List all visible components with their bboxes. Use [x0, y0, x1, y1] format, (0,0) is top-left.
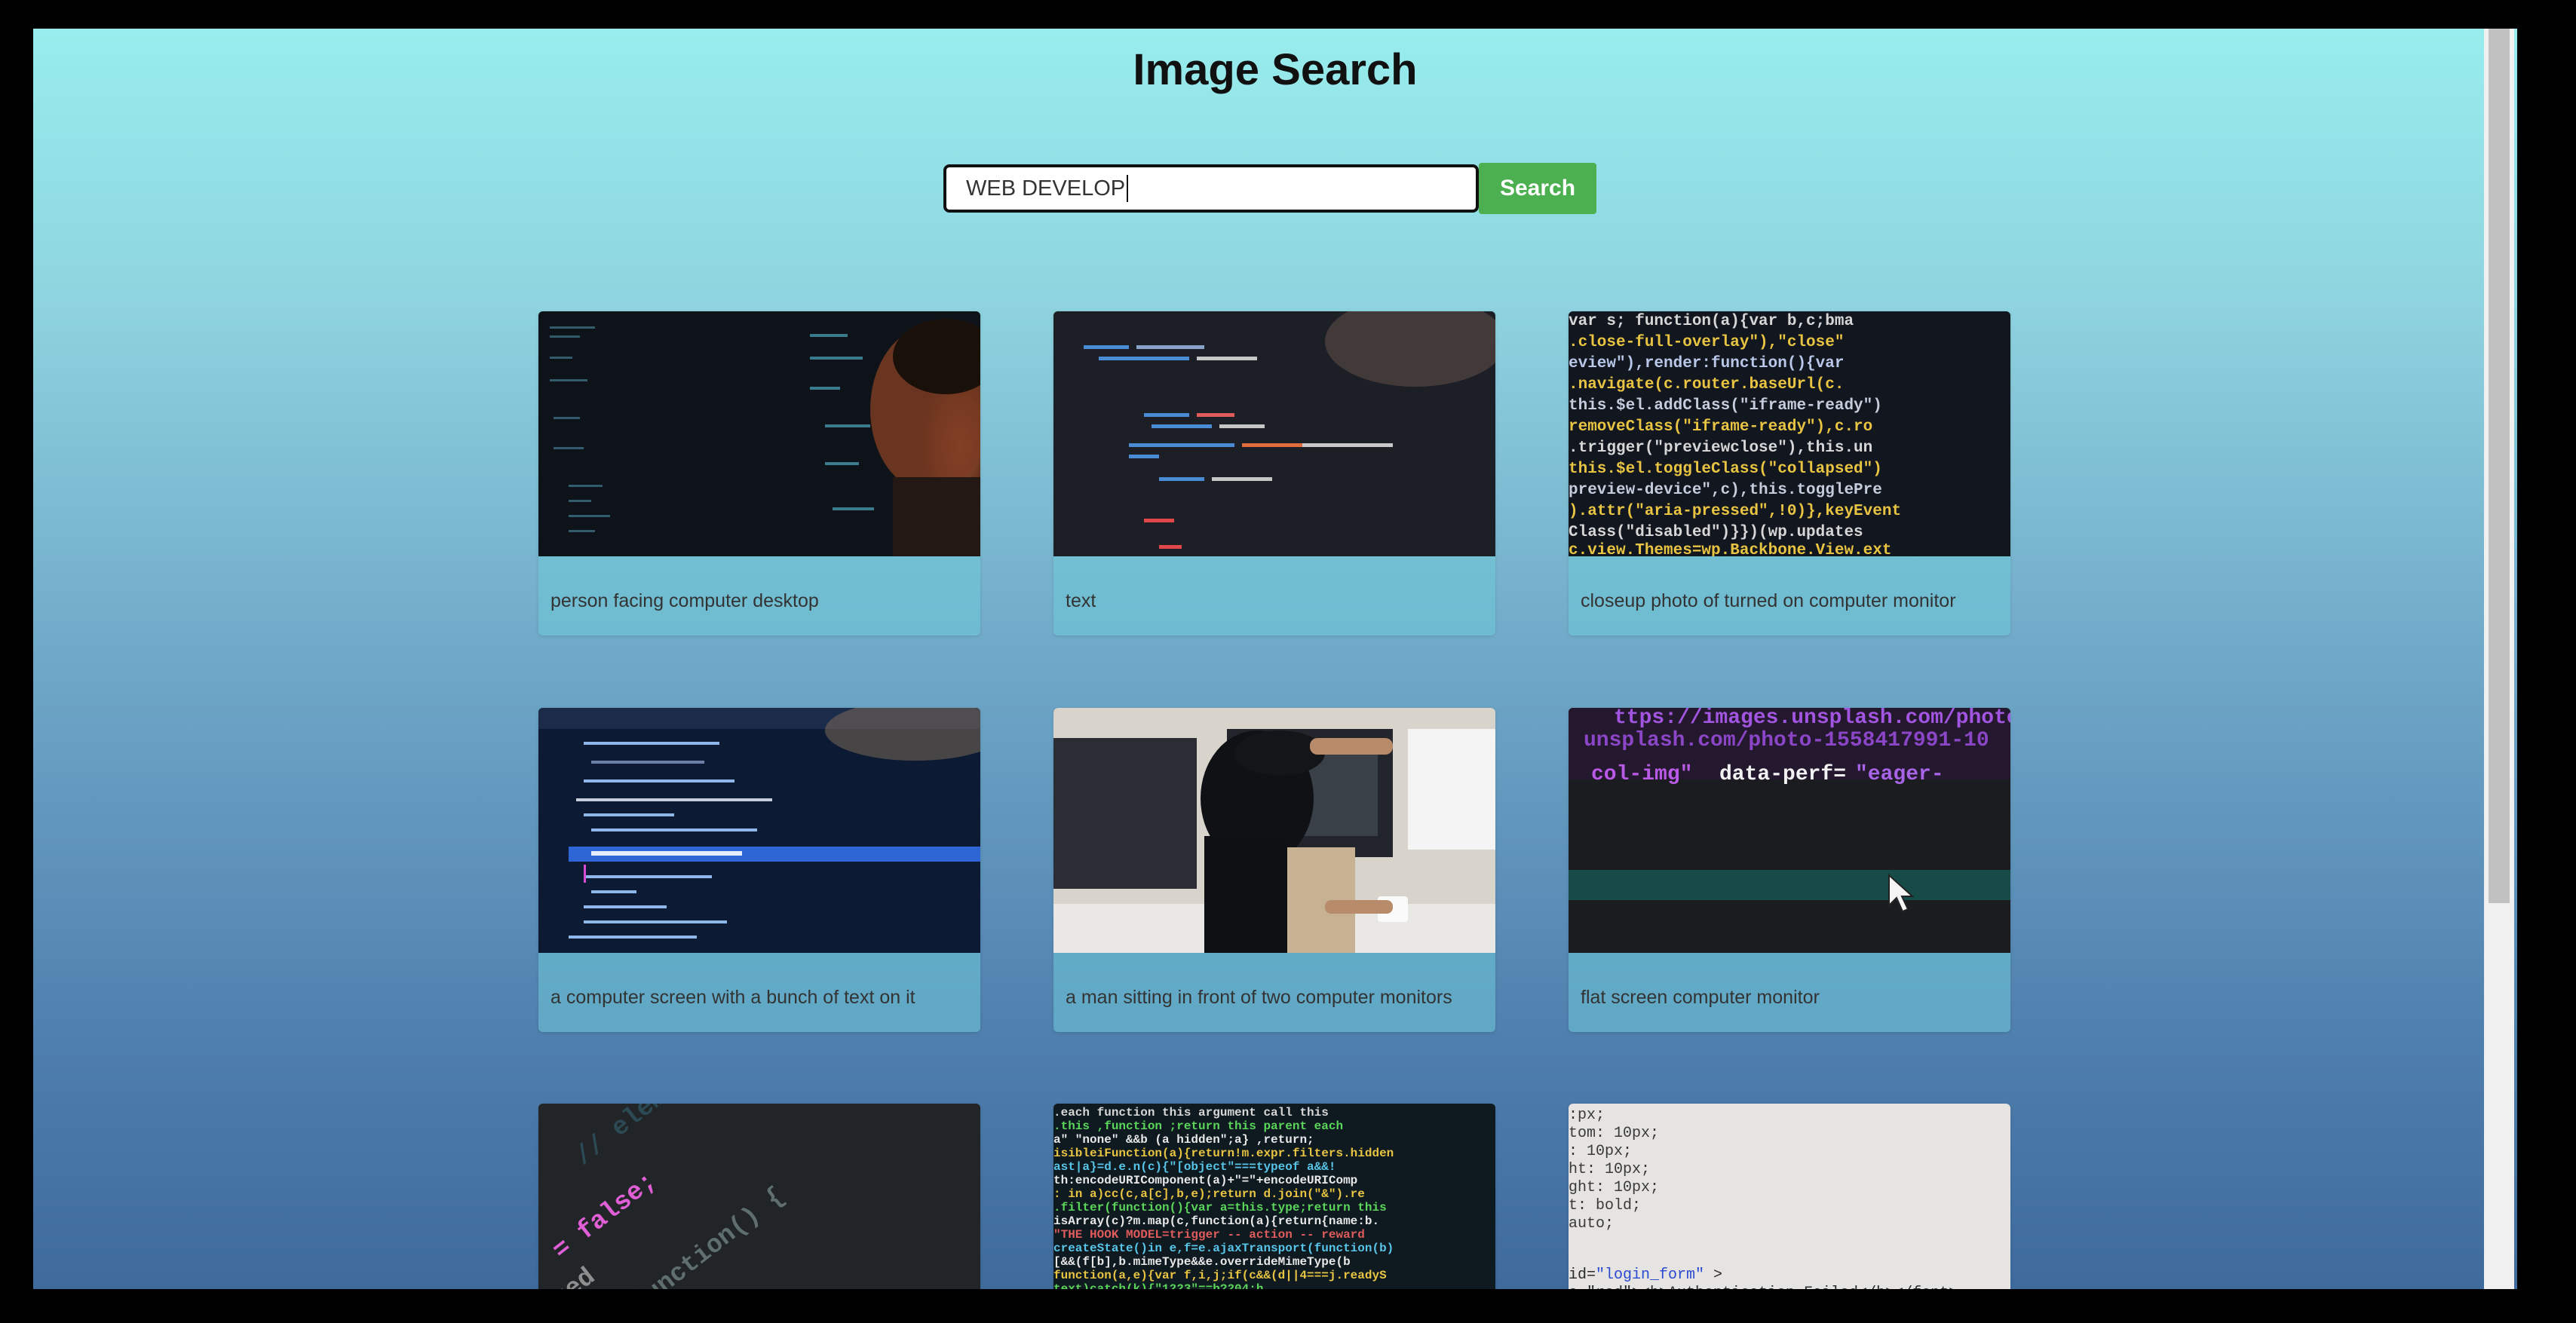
- result-image[interactable]: [538, 708, 980, 953]
- page-scrollbar[interactable]: [2484, 29, 2514, 1289]
- svg-text:.each function this argumen: .each function this argument call this: [1053, 1106, 1329, 1119]
- svg-text:.trigger("previewclose"),this.: .trigger("previewclose"),this.un: [1569, 439, 1872, 457]
- result-card[interactable]: a man sitting in front of two computer m…: [1053, 708, 1495, 1032]
- svg-text:createState()in e,f=e.ajaxTran: createState()in e,f=e.ajaxTransport(func…: [1053, 1242, 1394, 1255]
- svg-text:.close-full-overlay"),"close": .close-full-overlay"),"close": [1569, 334, 1844, 351]
- svg-text:isArray(c)?m.map(c,function(a): isArray(c)?m.map(c,function(a){return{na…: [1053, 1214, 1379, 1228]
- svg-text:"eager-: "eager-: [1855, 763, 1944, 786]
- result-image[interactable]: [538, 311, 980, 556]
- svg-text:.navigate(c.router.baseUrl(c.: .navigate(c.router.baseUrl(c.: [1569, 376, 1844, 394]
- scrollbar-thumb[interactable]: [2489, 29, 2510, 903]
- result-card[interactable]: = false; red function() { // element: [538, 1104, 980, 1289]
- svg-text:removeClass("iframe-ready"),c.: removeClass("iframe-ready"),c.ro: [1569, 418, 1872, 436]
- result-image[interactable]: [1053, 311, 1495, 556]
- svg-text:c.view.Themes=wp.Backbone.View: c.view.Themes=wp.Backbone.View.ext: [1569, 542, 1891, 556]
- result-caption: a man sitting in front of two computer m…: [1066, 987, 1452, 1008]
- page-viewport: Image Search WEB DEVELOP Search person f…: [33, 29, 2517, 1289]
- svg-text:isibleiFunction(a){return!m.ex: isibleiFunction(a){return!m.expr.filters…: [1053, 1147, 1394, 1160]
- svg-text:function(a,e){var f,i,j;if(c&&: function(a,e){var f,i,j;if(c&&(d||4===j.…: [1053, 1269, 1387, 1282]
- svg-text:eview"),render:function(){var: eview"),render:function(){var: [1569, 355, 1844, 372]
- result-card[interactable]: text: [1053, 311, 1495, 635]
- page-title: Image Search: [1133, 45, 1418, 94]
- svg-text:Class("disabled")}})(wp.update: Class("disabled")}})(wp.updates: [1569, 524, 1863, 541]
- result-image[interactable]: [1053, 708, 1495, 953]
- result-caption: a computer screen with a bunch of text o…: [550, 987, 915, 1008]
- search-bar: WEB DEVELOP Search: [943, 161, 1596, 216]
- svg-text:: in a)cc(c,a[c],b,e);return d: : in a)cc(c,a[c],b,e);return d.join("&")…: [1053, 1187, 1365, 1201]
- result-image[interactable]: ttps://images.unsplash.com/photo- unspla…: [1569, 708, 2010, 953]
- svg-text:"THE HOOK MODEL=trigger -- act: "THE HOOK MODEL=trigger -- action -- rew…: [1053, 1228, 1365, 1242]
- svg-text:.filter(function(){var a=this.: .filter(function(){var a=this.type;retur…: [1053, 1201, 1387, 1214]
- svg-text:col-img": col-img": [1591, 763, 1692, 786]
- svg-text:ttps://images.unsplash.com/pho: ttps://images.unsplash.com/photo-: [1614, 708, 2010, 730]
- result-image[interactable]: var s; function(a){var b,c;bma .close-fu…: [1569, 311, 2010, 556]
- result-caption: person facing computer desktop: [550, 590, 819, 611]
- result-caption: text: [1066, 590, 1096, 611]
- svg-text:this.$el.toggleClass("collapse: this.$el.toggleClass("collapsed"): [1569, 461, 1882, 478]
- svg-text:text)catch(k){"1223"==h?204:h: text)catch(k){"1223"==h?204:h: [1053, 1282, 1263, 1289]
- search-input[interactable]: WEB DEVELOP: [943, 164, 1479, 213]
- svg-text:t: bold;: t: bold;: [1569, 1197, 1641, 1214]
- svg-text:auto;: auto;: [1569, 1215, 1614, 1233]
- result-card[interactable]: ttps://images.unsplash.com/photo- unspla…: [1569, 708, 2010, 1032]
- svg-text:unsplash.com/photo-1558417991-: unsplash.com/photo-1558417991-10: [1584, 729, 1989, 752]
- svg-text:th:encodeURIComponent(a)+"="+e: th:encodeURIComponent(a)+"="+encodeURICo…: [1053, 1174, 1357, 1187]
- text-caret: [1127, 175, 1129, 202]
- result-card[interactable]: var s; function(a){var b,c;bma .close-fu…: [1569, 311, 2010, 635]
- svg-text:.this ,function ;return t: .this ,function ;return this parent each: [1053, 1119, 1343, 1133]
- result-card[interactable]: a computer screen with a bunch of text o…: [538, 708, 980, 1032]
- svg-text:var s; function(a){var b,c;bma: var s; function(a){var b,c;bma: [1569, 313, 1854, 330]
- svg-text:this.$el.addClass("iframe-read: this.$el.addClass("iframe-ready"): [1569, 397, 1882, 415]
- result-card[interactable]: :px; tom: 10px; : 10px; ht: 10px; ght: 1…: [1569, 1104, 2010, 1289]
- svg-text:preview-device",c),this.toggle: preview-device",c),this.togglePre: [1569, 482, 1882, 499]
- svg-text:: 10px;: : 10px;: [1569, 1143, 1632, 1160]
- result-image[interactable]: = false; red function() { // element: [538, 1104, 980, 1289]
- svg-text::px;: :px;: [1569, 1107, 1605, 1124]
- svg-text:[&&(f[b],b.mimeType&&e.overrid: [&&(f[b],b.mimeType&&e.overrideMimeType(…: [1053, 1255, 1351, 1269]
- svg-text:ast|a}=d.e.n(c){"[object"===ty: ast|a}=d.e.n(c){"[object"===typeof a&&!: [1053, 1160, 1336, 1174]
- result-caption: closeup photo of turned on computer moni…: [1581, 590, 1956, 611]
- result-card[interactable]: person facing computer desktop: [538, 311, 980, 635]
- svg-text:data-perf=: data-perf=: [1719, 763, 1846, 786]
- svg-text:id="login_form" >: id="login_form" >: [1569, 1266, 1722, 1284]
- svg-text:e="red"><b>Authentication Fail: e="red"><b>Authentication Failed</b></fo…: [1569, 1285, 1958, 1289]
- result-card[interactable]: .each function this argument call this .…: [1053, 1104, 1495, 1289]
- svg-text:a" "none" &&b (a hidden";a} ,r: a" "none" &&b (a hidden";a} ,return;: [1053, 1133, 1314, 1147]
- result-image[interactable]: :px; tom: 10px; : 10px; ht: 10px; ght: 1…: [1569, 1104, 2010, 1289]
- svg-text:).attr("aria-pressed",!0)},key: ).attr("aria-pressed",!0)},keyEvent: [1569, 503, 1901, 520]
- search-input-value: WEB DEVELOP: [966, 176, 1126, 201]
- search-button[interactable]: Search: [1479, 163, 1596, 214]
- result-image[interactable]: .each function this argument call this .…: [1053, 1104, 1495, 1289]
- svg-text:ht: 10px;: ht: 10px;: [1569, 1161, 1650, 1178]
- result-caption: flat screen computer monitor: [1581, 987, 1820, 1008]
- svg-text:ght: 10px;: ght: 10px;: [1569, 1179, 1659, 1196]
- svg-text:tom: 10px;: tom: 10px;: [1569, 1125, 1659, 1142]
